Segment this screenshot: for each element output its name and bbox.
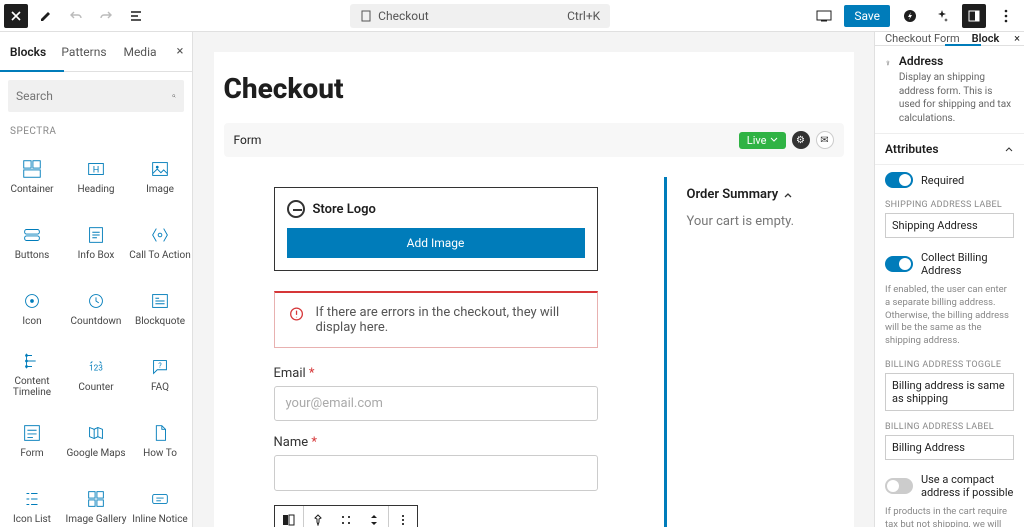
email-label: Email * — [274, 366, 598, 381]
block-item[interactable]: Image — [128, 143, 192, 209]
block-item[interactable]: Image Gallery — [64, 473, 128, 527]
alert-icon — [289, 305, 304, 323]
toolbar-updown-icon[interactable] — [360, 506, 388, 527]
store-logo-block[interactable]: Store Logo Add Image — [274, 187, 598, 271]
shipping-label-input[interactable]: Shipping Address — [885, 213, 1014, 238]
block-item[interactable]: Inline Notice — [128, 473, 192, 527]
block-card-desc: Display an shipping address form. This i… — [899, 71, 1014, 125]
block-item[interactable]: Info Box — [64, 209, 128, 275]
top-toolbar: Checkout Ctrl+K Save — [0, 0, 1024, 32]
form-label: Form — [234, 133, 262, 147]
required-toggle[interactable] — [885, 172, 913, 188]
checkout-main-column: Store Logo Add Image If there are errors… — [224, 177, 648, 527]
sparkle-icon[interactable] — [930, 4, 954, 28]
block-search[interactable] — [8, 80, 184, 112]
attributes-section-header[interactable]: Attributes — [875, 134, 1024, 165]
cart-empty-text: Your cart is empty. — [687, 214, 844, 229]
block-item[interactable]: How To — [128, 407, 192, 473]
live-badge[interactable]: Live — [739, 132, 786, 149]
store-logo-label: Store Logo — [313, 202, 376, 217]
close-inserter-button[interactable]: × — [168, 44, 192, 59]
pin-icon — [885, 54, 891, 72]
svg-text:?: ? — [158, 360, 162, 369]
required-label: Required — [921, 174, 964, 187]
bolt-icon[interactable] — [898, 4, 922, 28]
tab-patterns[interactable]: Patterns — [56, 45, 112, 59]
collect-billing-help: If enabled, the user can enter a separat… — [875, 284, 1024, 355]
block-item[interactable]: Container — [0, 143, 64, 209]
settings-panel-toggle[interactable] — [962, 4, 986, 28]
block-item[interactable]: Content Timeline — [0, 341, 64, 407]
tab-blocks[interactable]: Blocks — [0, 45, 56, 59]
compact-help: If products in the cart require tax but … — [875, 506, 1024, 527]
collect-billing-label: Collect Billing Address — [921, 251, 1014, 277]
block-item[interactable]: HHeading — [64, 143, 128, 209]
page-title[interactable]: Checkout — [214, 72, 854, 123]
block-item[interactable]: Call To Action — [128, 209, 192, 275]
close-editor-button[interactable] — [4, 4, 28, 28]
toolbar-move-icon[interactable] — [332, 506, 360, 527]
name-field[interactable] — [274, 455, 598, 491]
order-summary-heading[interactable]: Order Summary — [687, 187, 844, 202]
engine-icon[interactable]: ⚙ — [792, 131, 810, 149]
block-item[interactable]: Blockquote — [128, 275, 192, 341]
billing-toggle-input[interactable]: Billing address is same as shipping — [885, 373, 1014, 411]
block-item[interactable]: Buttons — [0, 209, 64, 275]
email-field[interactable]: your@email.com — [274, 386, 598, 421]
toolbar-pin-icon[interactable] — [304, 506, 332, 527]
chevron-up-icon — [783, 190, 793, 200]
more-menu-icon[interactable] — [994, 4, 1018, 28]
block-item[interactable]: Icon — [0, 275, 64, 341]
editor-canvas[interactable]: Checkout Form Live ⚙ ✉ Store Logo Add Im… — [193, 32, 874, 527]
close-settings-button[interactable]: × — [1014, 32, 1020, 45]
edit-icon[interactable] — [34, 4, 58, 28]
svg-text:H: H — [93, 165, 100, 175]
order-summary-column: Order Summary Your cart is empty. — [664, 177, 844, 527]
block-inserter-panel: Blocks Patterns Media × SPECTRA Containe… — [0, 32, 193, 527]
logo-placeholder-icon — [287, 200, 305, 218]
collect-billing-toggle[interactable] — [885, 256, 913, 272]
block-item[interactable]: Countdown — [64, 275, 128, 341]
svg-text:123: 123 — [89, 363, 103, 373]
block-item[interactable]: Google Maps — [64, 407, 128, 473]
mail-icon[interactable]: ✉ — [816, 131, 834, 149]
compact-label: Use a compact address if possible — [921, 473, 1014, 499]
billing-label-input[interactable]: Billing Address — [885, 435, 1014, 460]
block-toolbar[interactable] — [274, 505, 418, 527]
document-title-bar[interactable]: Checkout Ctrl+K — [350, 4, 610, 28]
error-notice[interactable]: If there are errors in the checkout, the… — [274, 291, 598, 348]
block-grid: Container HHeading Image Buttons Info Bo… — [0, 143, 192, 527]
block-item[interactable]: ?FAQ — [128, 341, 192, 407]
block-item[interactable]: Form — [0, 407, 64, 473]
toolbar-block-type[interactable] — [275, 506, 303, 527]
shipping-label-heading: SHIPPING ADDRESS LABEL — [875, 195, 1024, 213]
search-icon — [172, 89, 176, 103]
block-item[interactable]: Icon List — [0, 473, 64, 527]
error-text: If there are errors in the checkout, the… — [316, 305, 583, 335]
search-input[interactable] — [16, 89, 172, 103]
add-image-button[interactable]: Add Image — [287, 228, 585, 258]
toolbar-more-icon[interactable] — [389, 506, 417, 527]
block-item[interactable]: 123Counter — [64, 341, 128, 407]
billing-label-heading: BILLING ADDRESS LABEL — [875, 417, 1024, 435]
shortcut-hint: Ctrl+K — [567, 9, 600, 23]
tab-media[interactable]: Media — [112, 45, 168, 59]
chevron-up-icon — [1004, 144, 1014, 154]
doc-title-text: Checkout — [378, 9, 429, 23]
device-preview-icon[interactable] — [812, 4, 836, 28]
block-card-title: Address — [899, 54, 1014, 68]
redo-button[interactable] — [94, 4, 118, 28]
compact-toggle[interactable] — [885, 478, 913, 494]
block-settings-panel: Checkout Form Block × Address Display an… — [874, 32, 1024, 527]
save-button[interactable]: Save — [844, 5, 890, 27]
block-section-header: SPECTRA — [0, 120, 192, 143]
name-label: Name * — [274, 435, 598, 450]
outline-button[interactable] — [124, 4, 148, 28]
billing-toggle-heading: BILLING ADDRESS TOGGLE — [875, 355, 1024, 373]
undo-button[interactable] — [64, 4, 88, 28]
form-block-header[interactable]: Form Live ⚙ ✉ — [224, 123, 844, 157]
